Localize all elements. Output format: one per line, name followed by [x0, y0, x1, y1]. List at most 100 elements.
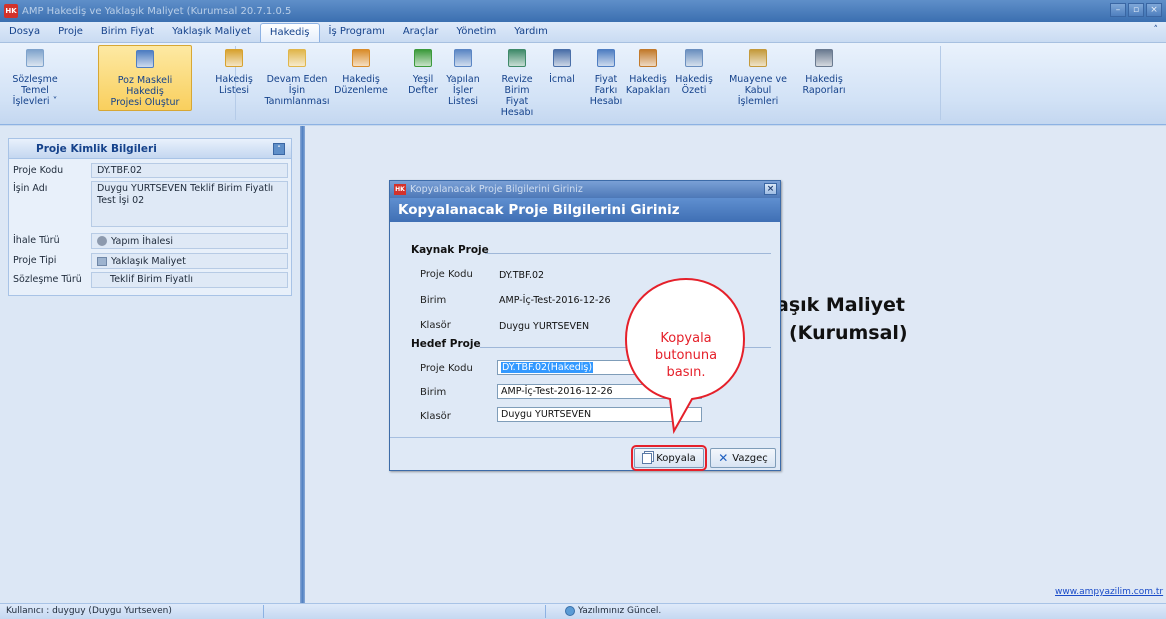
list-grid-icon	[452, 47, 474, 69]
ribbon-button-label-line1: Revize Birim	[501, 74, 533, 96]
status-bar: Kullanıcı : duyguy (Duygu Yurtseven) Yaz…	[0, 603, 1166, 619]
ribbon-button-9[interactable]: Fiyat Farkı Hesabı	[583, 47, 629, 107]
target-code-label: Proje Kodu	[420, 363, 473, 374]
copy-button-label: Kopyala	[656, 452, 696, 464]
folder-people-icon-shape	[225, 49, 243, 67]
left-panel: Proje Kimlik Bilgileri ˄ Proje Kodu DY.T…	[0, 126, 300, 603]
info-value-ihale-turu: Yapım İhalesi	[91, 233, 288, 249]
callout-text: Kopyala butonuna basın.	[654, 331, 718, 380]
update-check-icon	[565, 606, 575, 616]
copy-document-icon	[642, 452, 653, 464]
info-label-sozlesme-turu: Sözleşme Türü	[13, 274, 82, 285]
source-unit-value: AMP-İç-Test-2016-12-26	[499, 295, 611, 306]
dialog-titlebar: HK Kopyalanacak Proje Bilgilerini Girini…	[390, 181, 780, 198]
tab-yonetim[interactable]: Yönetim	[447, 23, 505, 42]
status-separator	[263, 605, 264, 618]
ribbon-button-3[interactable]: Devam Eden İşin Tanımlanması	[259, 47, 335, 107]
gear-people-icon	[97, 236, 107, 246]
ribbon-button-label-line2: Kapakları	[625, 85, 671, 96]
ribbon-button-2[interactable]: Hakediş Listesi	[215, 47, 253, 96]
ribbon-button-label-line1: Hakediş	[215, 74, 253, 85]
ribbon-button-11[interactable]: Hakediş Özeti	[672, 47, 716, 96]
maximize-button[interactable]: ▫	[1128, 3, 1144, 17]
target-code-input[interactable]: DY.TBF.02(Hakediş)	[497, 360, 637, 375]
info-value-isin-adi: Duygu YURTSEVEN Teklif Birim Fiyatlı Tes…	[91, 181, 288, 227]
ribbon-button-label-line1: Hakediş	[629, 74, 667, 85]
ribbon-button-10[interactable]: Hakediş Kapakları	[626, 47, 670, 96]
document-copy-icon-shape	[288, 49, 306, 67]
info-ihale-text: Yapım İhalesi	[111, 235, 173, 247]
dialog-close-icon[interactable]: ×	[764, 183, 777, 195]
ribbon-button-12[interactable]: Muayene ve Kabul İşlemleri	[723, 47, 793, 107]
copy-button[interactable]: Kopyala	[631, 445, 707, 471]
dialog-app-icon: HK	[394, 184, 406, 195]
source-section-title: Kaynak Proje	[411, 244, 489, 256]
tab-dosya[interactable]: Dosya	[0, 23, 49, 42]
close-button[interactable]: ×	[1146, 3, 1162, 17]
ribbon-button-label-line1: Yeşil	[412, 74, 434, 85]
ribbon-button-7[interactable]: Revize Birim Fiyat Hesabı	[489, 47, 545, 118]
tab-is-programi[interactable]: İş Programı	[320, 23, 394, 42]
printer-icon	[813, 47, 835, 69]
cancel-button[interactable]: ✕ Vazgeç	[710, 448, 776, 468]
ribbon-button-label-line2: Defter	[408, 85, 438, 96]
window-controls: – ▫ ×	[1110, 3, 1162, 17]
info-value-proje-kodu: DY.TBF.02	[91, 163, 288, 178]
ribbon-button-1[interactable]: Poz Maskeli Hakediş Projesi Oluştur	[98, 45, 192, 111]
abacus-icon	[551, 47, 573, 69]
tab-proje[interactable]: Proje	[49, 23, 92, 42]
app-logo-icon: HK	[4, 4, 18, 18]
target-section-title: Hedef Proje	[411, 338, 481, 350]
ribbon-button-label-line2: Projesi Oluştur	[110, 97, 180, 108]
minimize-button[interactable]: –	[1110, 3, 1126, 17]
website-link[interactable]: www.ampyazilim.com.tr	[1055, 587, 1163, 597]
tab-hakedis[interactable]: Hakediş	[259, 23, 320, 42]
source-code-value: DY.TBF.02	[499, 270, 545, 281]
stack-sheets-icon	[595, 47, 617, 69]
project-info-header: Proje Kimlik Bilgileri ˄	[9, 139, 291, 159]
ribbon-button-0[interactable]: Sözleşme Temel İşlevleri ˅	[6, 47, 64, 107]
printer-icon-shape	[815, 49, 833, 67]
tab-yaklasik-maliyet[interactable]: Yaklaşık Maliyet	[163, 23, 260, 42]
collapse-up-icon[interactable]: ˄	[273, 143, 285, 155]
ribbon-button-13[interactable]: Hakediş Raporları	[798, 47, 850, 96]
menu-bar: Dosya Proje Birim Fiyat Yaklaşık Maliyet…	[0, 22, 1166, 43]
ribbon-button-label-line2: Hesabı	[589, 96, 623, 107]
ribbon-toolbar: Sözleşme Temel İşlevleri ˅ Poz Maskeli Hak…	[0, 43, 1166, 166]
ribbon-button-5[interactable]: Yeşil Defter	[408, 47, 438, 96]
ribbon-button-4[interactable]: Hakediş Düzenleme	[334, 47, 388, 96]
folder-people-icon	[223, 47, 245, 69]
dialog-header: Kopyalanacak Proje Bilgilerini Giriniz	[390, 198, 780, 222]
edit-document-icon	[24, 47, 46, 69]
cancel-button-label: Vazgeç	[732, 452, 768, 464]
ribbon-button-label-line1: Hakediş	[805, 74, 843, 85]
magnifier-doc-icon-shape	[685, 49, 703, 67]
target-unit-label: Birim	[420, 387, 447, 398]
box-stack-icon-shape	[639, 49, 657, 67]
ribbon-button-label-line1: İcmal	[549, 74, 575, 85]
calculator-icon	[97, 256, 107, 266]
ribbon-button-label-line2: Listesi	[218, 85, 250, 96]
stack-sheets-icon-shape	[597, 49, 615, 67]
green-book-icon-shape	[414, 49, 432, 67]
ribbon-button-label-line2: Kabul İşlemleri	[737, 85, 779, 107]
edit-document-icon-shape	[26, 49, 44, 67]
ribbon-button-6[interactable]: Yapılan İşler Listesi	[443, 47, 483, 107]
info-label-isin-adi: İşin Adı	[13, 183, 48, 194]
pencil-ruler-icon-shape	[352, 49, 370, 67]
info-tipi-text: Yaklaşık Maliyet	[111, 255, 186, 267]
tab-araclar[interactable]: Araçlar	[394, 23, 448, 42]
ribbon-button-label-line1: Hakediş	[675, 74, 713, 85]
ribbon-button-8[interactable]: İcmal	[547, 47, 577, 85]
ribbon-button-label-line1: Devam Eden İşin	[266, 74, 328, 96]
tab-yardim[interactable]: Yardım	[505, 23, 557, 42]
ribbon-collapse-icon[interactable]: ˄	[1154, 25, 1159, 35]
ribbon-button-label-line1: Muayene ve	[729, 74, 787, 85]
status-user: Kullanıcı : duyguy (Duygu Yurtseven)	[6, 606, 172, 616]
info-label-proje-kodu: Proje Kodu	[13, 165, 64, 176]
tab-birim-fiyat[interactable]: Birim Fiyat	[92, 23, 163, 42]
list-grid-icon-shape	[454, 49, 472, 67]
target-code-selected-text: DY.TBF.02(Hakediş)	[501, 362, 594, 373]
ribbon-button-label-line1: Yapılan	[446, 74, 480, 85]
info-label-ihale-turu: İhale Türü	[13, 235, 60, 246]
